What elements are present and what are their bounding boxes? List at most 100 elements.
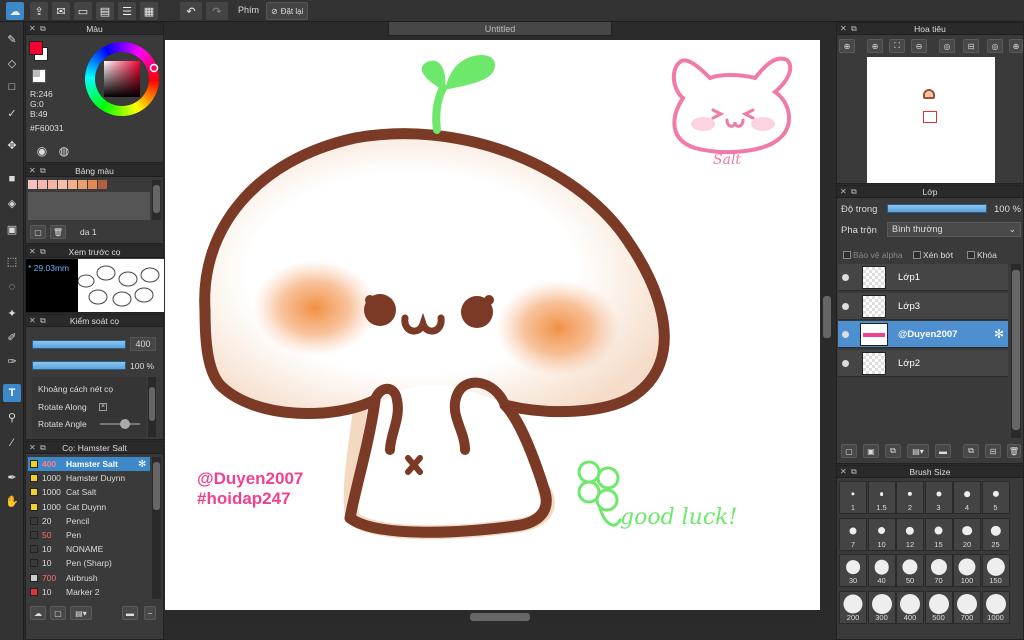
select-pen-tool-icon[interactable]: ✐ bbox=[3, 328, 21, 346]
layer-visibility-icon[interactable] bbox=[842, 331, 849, 338]
brush-size-cell[interactable]: 1.5 bbox=[867, 481, 896, 514]
redo-icon[interactable]: ↷ bbox=[206, 2, 228, 20]
new-brush-icon[interactable]: ▢ bbox=[50, 606, 66, 620]
layer-visibility-icon[interactable] bbox=[842, 302, 849, 310]
brush-size-cell[interactable]: 1 bbox=[839, 481, 867, 514]
brush-size-slider[interactable] bbox=[32, 340, 126, 349]
brush-list-item[interactable]: 50 Pen bbox=[28, 528, 150, 542]
drawing-canvas[interactable]: Salt @Duyen2007 #hoidap247 good luck! bbox=[165, 40, 820, 610]
rotate-angle-option[interactable]: Rotate Angle bbox=[38, 419, 87, 429]
fill-rect-tool-icon[interactable]: ■ bbox=[3, 170, 21, 188]
brush-folder-icon[interactable]: ▬ bbox=[122, 606, 138, 620]
layer-visibility-icon[interactable] bbox=[842, 274, 849, 281]
fit-icon[interactable]: ⛶ bbox=[889, 39, 905, 53]
brush-list-item[interactable]: 10 Marker 2 bbox=[28, 585, 150, 599]
brush-minus-icon[interactable]: − bbox=[144, 606, 156, 620]
blur-tool-icon[interactable]: ⚲ bbox=[3, 408, 21, 426]
wand-tool-icon[interactable]: ✦ bbox=[3, 304, 21, 322]
rotate-along-checkbox[interactable]: × bbox=[99, 403, 107, 411]
brush-size-cell[interactable]: 20 bbox=[953, 517, 981, 551]
bucket-tool-icon[interactable]: ◈ bbox=[3, 194, 21, 212]
magic-wand-tool-icon[interactable]: ✓ bbox=[3, 104, 21, 122]
brush-list-item[interactable]: 400 Hamster Salt bbox=[28, 457, 150, 471]
transparent-color-swatch[interactable] bbox=[32, 69, 46, 83]
brush-list-item[interactable]: 1000 Cat Duynn bbox=[28, 500, 150, 514]
brush-list-item[interactable]: 10 Pen (Sharp) bbox=[28, 556, 150, 570]
brush-size-cell[interactable]: 200 bbox=[839, 590, 867, 624]
brush-size-cell[interactable]: 2 bbox=[896, 481, 924, 514]
navigator-more-icon[interactable]: ⊕ bbox=[1009, 39, 1023, 53]
brush-cloud-icon[interactable]: ☁ bbox=[30, 606, 46, 620]
brush-menu-icon[interactable]: ▤▾ bbox=[70, 606, 92, 620]
rotate-along-option[interactable]: Rotate Along bbox=[38, 402, 87, 412]
layer-row[interactable]: Lớp1 bbox=[838, 264, 1008, 291]
zoom-in-icon[interactable]: ⊕ bbox=[839, 39, 855, 53]
layer-row[interactable]: Lớp2 bbox=[838, 349, 1008, 377]
color-wheel[interactable] bbox=[80, 37, 164, 121]
gradient-tool-icon[interactable]: ▣ bbox=[3, 220, 21, 238]
layer-visibility-icon[interactable] bbox=[842, 359, 849, 367]
layer-menu-icon[interactable]: ▤▾ bbox=[907, 444, 929, 458]
brush-tool-icon[interactable]: ✎ bbox=[3, 30, 21, 48]
eyedropper-tool-icon[interactable]: ⁄ bbox=[3, 434, 21, 452]
brush-size-cell[interactable]: 700 bbox=[953, 590, 981, 624]
layer-settings-gear-icon[interactable]: ✻ bbox=[994, 327, 1004, 341]
move-tool-icon[interactable]: ✥ bbox=[3, 136, 21, 154]
new-layer-icon[interactable]: ▢ bbox=[841, 444, 857, 458]
chat-icon[interactable]: ✉ bbox=[52, 2, 70, 20]
brush-size-cell[interactable]: 1000 bbox=[981, 590, 1010, 624]
zoom-in-2-icon[interactable]: ⊕ bbox=[867, 39, 883, 53]
brush-size-cell[interactable]: 300 bbox=[867, 590, 896, 624]
document-tab[interactable]: Untitled bbox=[388, 22, 612, 36]
brush-size-cell[interactable]: 500 bbox=[924, 590, 953, 624]
palette-swatch[interactable] bbox=[88, 180, 97, 189]
brush-size-cell[interactable]: 3 bbox=[924, 481, 953, 514]
layer-copy-icon[interactable]: ⧉ bbox=[885, 444, 901, 458]
cloud-icon[interactable]: ☁ bbox=[6, 2, 24, 20]
palette-swatch[interactable] bbox=[38, 180, 47, 189]
brush-size-cell[interactable]: 70 bbox=[924, 554, 953, 587]
layer-folder-icon[interactable]: ▬ bbox=[935, 444, 951, 458]
grid-icon[interactable]: ▦ bbox=[140, 2, 158, 20]
palette-swatch[interactable] bbox=[28, 180, 37, 189]
new-palette-icon[interactable]: ▢ bbox=[30, 225, 46, 239]
reset-button[interactable]: ⊘ Đặt lại bbox=[266, 2, 309, 20]
delete-palette-icon[interactable]: 🗑 bbox=[50, 225, 66, 239]
phim-label[interactable]: Phím bbox=[238, 5, 259, 15]
monitor-icon[interactable]: ▭ bbox=[74, 2, 92, 20]
layer-row[interactable]: @Duyen2007 ✻ bbox=[838, 321, 1008, 348]
palette-swatch[interactable] bbox=[48, 180, 57, 189]
brush-size-cell[interactable]: 400 bbox=[896, 590, 924, 624]
share-icon[interactable]: ⇪ bbox=[30, 2, 48, 20]
brush-size-cell[interactable]: 25 bbox=[981, 517, 1010, 551]
brush-list-item[interactable]: 1000 Hamster Duynn bbox=[28, 471, 150, 485]
protect-alpha-option[interactable]: Bảo vệ alpha bbox=[843, 250, 903, 260]
select-tool-icon[interactable]: ⬚ bbox=[3, 252, 21, 270]
brush-size-cell[interactable]: 40 bbox=[867, 554, 896, 587]
brush-list-item[interactable]: 700 Airbrush bbox=[28, 571, 150, 585]
document-icon[interactable]: ▤ bbox=[96, 2, 114, 20]
brush-size-cell[interactable]: 30 bbox=[839, 554, 867, 587]
brush-size-cell[interactable]: 4 bbox=[953, 481, 981, 514]
layer-merge-icon[interactable]: ⧉ bbox=[963, 444, 979, 458]
clipping-option[interactable]: Xén bớt bbox=[913, 250, 953, 260]
brush-list-item[interactable]: 1000 Cat Salt bbox=[28, 485, 150, 499]
text-tool-icon[interactable]: T bbox=[3, 384, 21, 402]
rotate-right-icon[interactable]: ◎ bbox=[987, 39, 1003, 53]
layer-opacity-slider[interactable] bbox=[887, 204, 987, 213]
hand-tool-icon[interactable]: ✋ bbox=[3, 492, 21, 510]
eraser-tool-icon[interactable]: ◇ bbox=[3, 54, 21, 72]
palette-swatch[interactable] bbox=[78, 180, 87, 189]
lasso-tool-icon[interactable]: ◌ bbox=[3, 278, 21, 296]
zoom-out-icon[interactable]: ⊖ bbox=[911, 39, 927, 53]
select-eraser-tool-icon[interactable]: ✑ bbox=[3, 352, 21, 370]
brush-list-item[interactable]: 10 NONAME bbox=[28, 542, 150, 556]
brush-list-item[interactable]: 20 Pencil bbox=[28, 514, 150, 528]
navigator-preview[interactable] bbox=[867, 57, 995, 183]
flip-icon[interactable]: ⊟ bbox=[963, 39, 979, 53]
layer-row[interactable]: Lớp3 bbox=[838, 292, 1008, 320]
brush-size-cell[interactable]: 12 bbox=[896, 517, 924, 551]
brush-size-cell[interactable]: 7 bbox=[839, 517, 867, 551]
brush-size-cell[interactable]: 150 bbox=[981, 554, 1010, 587]
brush-opacity-slider[interactable] bbox=[32, 361, 126, 370]
